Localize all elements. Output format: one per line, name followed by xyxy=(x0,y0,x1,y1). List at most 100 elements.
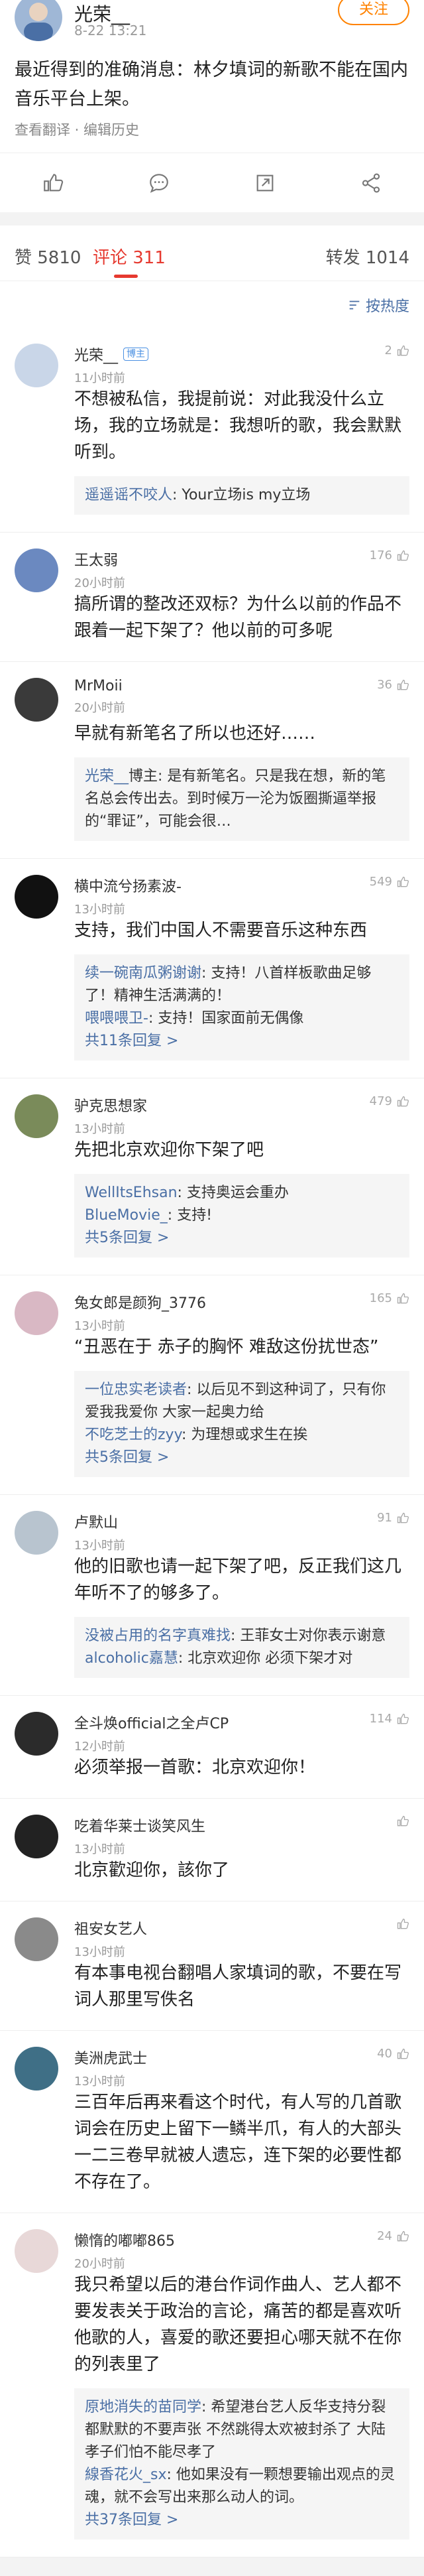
comment-like-button[interactable]: 549 xyxy=(370,875,409,889)
comment-like-button[interactable]: 40 xyxy=(377,2047,409,2061)
commenter-avatar[interactable] xyxy=(15,1917,58,1961)
commenter-avatar[interactable] xyxy=(15,678,58,722)
reply-author[interactable]: alcoholic嘉慧 xyxy=(85,1650,178,1667)
reply-item[interactable]: 不吃芝士的zyy: 为理想或求生在挨 xyxy=(85,1424,399,1447)
reply-item[interactable]: 線香花火_sx: 他如果没有一颗想要输出观点的灵魂，就不会写出来那么动人的词。 xyxy=(85,2464,399,2509)
comment-like-button[interactable] xyxy=(392,1917,409,1931)
comment-like-count: 176 xyxy=(369,548,392,562)
reply-item[interactable]: WellItsEhsan: 支持奥运会重办 xyxy=(85,1182,399,1204)
commenter-name-text: 卢默山 xyxy=(74,1515,119,1531)
weibo-post-page: 光荣__ 8-22 13:21 关注 最近得到的准确消息：林夕填词的新歌不能在国… xyxy=(0,0,424,2576)
reply-author[interactable]: 一位忠实老读者 xyxy=(85,1382,187,1398)
commenter-avatar[interactable] xyxy=(15,1712,58,1756)
follow-button[interactable]: 关注 xyxy=(338,0,409,25)
comment-like-button[interactable] xyxy=(392,1815,409,1828)
commenter-avatar[interactable] xyxy=(15,1291,58,1335)
reply-author[interactable]: 没被占用的名字真难找 xyxy=(85,1628,231,1644)
reply-box[interactable]: 原地消失的苗同学: 希望港台艺人反华支持分裂都默默的不要声张 不然跳得太欢被封杀… xyxy=(74,2388,409,2540)
reply-box[interactable]: WellItsEhsan: 支持奥运会重办 BlueMovie_: 支持! 共5条回… xyxy=(74,1174,409,1257)
reply-text: : 王菲女士对你表示谢意 xyxy=(231,1628,386,1644)
commenter-avatar[interactable] xyxy=(15,548,58,592)
comment-like-count: 114 xyxy=(369,1712,392,1726)
comment-icon[interactable] xyxy=(148,172,170,194)
commenter-name[interactable]: 横中流兮扬素波- xyxy=(74,875,182,896)
reply-item[interactable]: 续一碗南瓜粥谢谢: 支持！八首样板歌曲足够了！精神生活满满的！ xyxy=(85,962,399,1007)
comment-item: 全斗焕official之全卢CP 12小时前 114 必须举报一首歌：北京欢迎你！ xyxy=(0,1696,424,1799)
commenter-name[interactable]: 祖安女艺人 xyxy=(74,1917,147,1939)
commenter-name[interactable]: MrMoii xyxy=(74,678,123,694)
commenter-name[interactable]: 驴克思想家 xyxy=(74,1094,147,1116)
reply-item[interactable]: alcoholic嘉慧: 北京欢迎你 必须下架才对 xyxy=(85,1647,399,1670)
reply-author[interactable]: WellItsEhsan xyxy=(85,1185,178,1201)
thumb-up-icon xyxy=(397,876,409,887)
comment-text: 不想被私信，我提前说：对此我没什么立场，我的立场就是：我想听的歌，我会默默听到。 xyxy=(74,389,402,462)
comment-like-button[interactable]: 2 xyxy=(385,344,409,357)
comment-like-button[interactable]: 114 xyxy=(370,1712,409,1726)
comment-text: 有本事电视台翻唱人家填词的歌，不要在写词人那里写佚名 xyxy=(74,1963,402,2010)
reply-item[interactable]: 喂喂喂卫-: 支持！国家面前无偶像 xyxy=(85,1007,399,1030)
like-icon[interactable] xyxy=(42,172,64,194)
reply-item[interactable]: 原地消失的苗同学: 希望港台艺人反华支持分裂都默默的不要声张 不然跳得太欢被封杀… xyxy=(85,2396,399,2464)
commenter-name[interactable]: 卢默山 xyxy=(74,1511,118,1532)
tab-reposts[interactable]: 转发 1014 xyxy=(326,244,409,269)
commenter-avatar[interactable] xyxy=(15,2229,58,2273)
comment-like-button[interactable]: 91 xyxy=(377,1511,409,1525)
more-replies-link[interactable]: 共5条回复 > xyxy=(85,1447,399,1469)
reply-author[interactable]: 喂喂喂卫- xyxy=(85,1010,148,1027)
reply-author[interactable]: 光荣__ xyxy=(85,768,129,785)
reply-item[interactable]: 没被占用的名字真难找: 王菲女士对你表示谢意 xyxy=(85,1625,399,1647)
reply-author[interactable]: 原地消失的苗同学 xyxy=(85,2399,201,2415)
section-gap xyxy=(0,212,424,225)
commenter-name-text: 全斗焕official之全卢CP xyxy=(74,1716,229,1732)
commenter-name[interactable]: 兔女郎是颜狗_3776 xyxy=(74,1291,206,1313)
comment-like-button[interactable]: 165 xyxy=(370,1291,409,1305)
comment-like-button[interactable]: 176 xyxy=(370,548,409,562)
comment-header: 横中流兮扬素波- 13小时前 549 xyxy=(74,859,409,917)
commenter-name[interactable]: 全斗焕official之全卢CP xyxy=(74,1712,229,1733)
sort-button[interactable]: 按热度 xyxy=(347,294,409,316)
comment-like-button[interactable]: 479 xyxy=(370,1094,409,1108)
commenter-name[interactable]: 美洲虎武士 xyxy=(74,2047,147,2068)
reply-author[interactable]: 不吃芝士的zyy xyxy=(85,1427,182,1443)
reply-box[interactable]: 没被占用的名字真难找: 王菲女士对你表示谢意 alcoholic嘉慧: 北京欢迎你… xyxy=(74,1617,409,1678)
reply-author[interactable]: 線香花火_sx xyxy=(85,2467,166,2483)
more-replies-link[interactable]: 共37条回复 > xyxy=(85,2509,399,2532)
commenter-avatar[interactable] xyxy=(15,1511,58,1555)
tab-likes[interactable]: 赞 5810 xyxy=(15,244,81,269)
thumb-up-icon xyxy=(397,1815,409,1827)
reply-item[interactable]: 光荣__博主: 是有新笔名。只是我在想，新的笔名总会传出去。到时候万一沦为饭圈撕… xyxy=(85,765,399,833)
reply-box[interactable]: 遥遥谣不咬人: Your立场is my立场 xyxy=(74,476,409,515)
author-avatar[interactable] xyxy=(15,0,62,41)
share-icon[interactable] xyxy=(360,172,382,194)
commenter-name[interactable]: 王太弱 xyxy=(74,548,118,570)
reply-item[interactable]: 一位忠实老读者: 以后见不到这种词了，只有你爱我我爱你 大家一起奥力给 xyxy=(85,1379,399,1424)
comment-time: 13小时前 xyxy=(74,1842,125,1856)
commenter-avatar[interactable] xyxy=(15,344,58,387)
reply-box[interactable]: 一位忠实老读者: 以后见不到这种词了，只有你爱我我爱你 大家一起奥力给 不吃芝士的… xyxy=(74,1371,409,1477)
more-replies-link[interactable]: 共5条回复 > xyxy=(85,1227,399,1250)
reply-author[interactable]: 续一碗南瓜粥谢谢 xyxy=(85,965,201,982)
commenter-name[interactable]: 懒惰的嘟嘟865 xyxy=(74,2229,175,2250)
comment-item: 懒惰的嘟嘟865 20小时前 24 我只希望以后的港台作词作曲人、艺人都不要发表关于政… xyxy=(0,2213,424,2557)
tab-comments[interactable]: 评论 311 xyxy=(93,244,166,269)
more-replies-link[interactable]: 共11条回复 > xyxy=(85,1030,399,1053)
translate-link[interactable]: 查看翻译 · 编辑历史 xyxy=(0,114,424,153)
comment-like-button[interactable]: 36 xyxy=(377,678,409,692)
reply-author[interactable]: BlueMovie_ xyxy=(85,1207,168,1224)
reply-author[interactable]: 遥遥谣不咬人 xyxy=(85,487,172,503)
repost-icon[interactable] xyxy=(254,172,276,194)
post-header: 光荣__ 8-22 13:21 关注 xyxy=(0,0,424,46)
reply-item[interactable]: BlueMovie_: 支持! xyxy=(85,1204,399,1227)
reply-box[interactable]: 光荣__博主: 是有新笔名。只是我在想，新的笔名总会传出去。到时候万一沦为饭圈撕… xyxy=(74,757,409,841)
reply-box[interactable]: 续一碗南瓜粥谢谢: 支持！八首样板歌曲足够了！精神生活满满的！ 喂喂喂卫-: 支持… xyxy=(74,954,409,1061)
reply-item[interactable]: 遥遥谣不咬人: Your立场is my立场 xyxy=(85,484,399,507)
comment-item: 吃着华莱士谈笑风生 13小时前 北京歡迎你，該你了 xyxy=(0,1799,424,1901)
commenter-avatar[interactable] xyxy=(15,1815,58,1858)
thumb-up-icon xyxy=(397,1918,409,1929)
commenter-name[interactable]: 吃着华莱士谈笑风生 xyxy=(74,1815,205,1836)
commenter-avatar[interactable] xyxy=(15,875,58,919)
commenter-name[interactable]: 光荣__ 博主 xyxy=(74,344,149,365)
comment-like-button[interactable]: 24 xyxy=(377,2229,409,2243)
commenter-avatar[interactable] xyxy=(15,1094,58,1138)
commenter-avatar[interactable] xyxy=(15,2047,58,2091)
